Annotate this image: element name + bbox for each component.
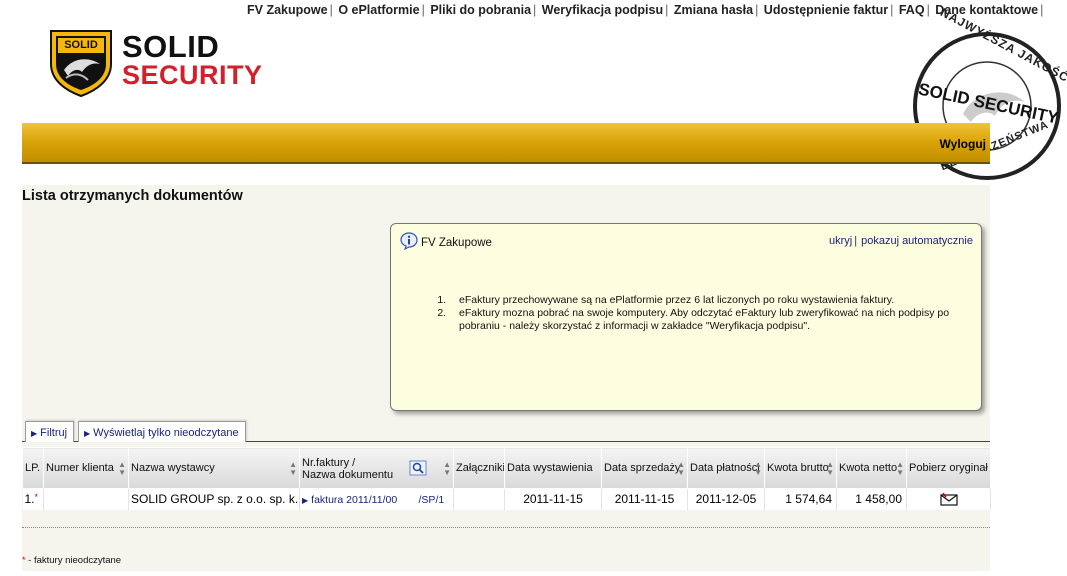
unread-marker: * — [34, 492, 39, 503]
nav-zmiana-hasla[interactable]: Zmiana hasła — [674, 3, 753, 17]
cell-attachments — [453, 488, 505, 510]
tab-filter[interactable]: ▶ Filtruj — [25, 421, 75, 442]
sort-icon[interactable]: ▲ ▼ — [443, 461, 451, 477]
col-attachments[interactable]: Załączniki — [453, 447, 505, 489]
col-client-no[interactable]: Numer klienta ▲ ▼ — [43, 447, 129, 489]
download-envelope-icon[interactable] — [939, 492, 958, 507]
sort-icon[interactable]: ▲ ▼ — [118, 461, 126, 477]
sort-icon[interactable]: ▲ ▼ — [754, 461, 762, 477]
invoice-link[interactable]: ▶ faktura 2011/11/00 — [302, 494, 397, 506]
sort-icon[interactable]: ▲ ▼ — [289, 461, 297, 477]
invoice-suffix[interactable]: /SP/1 — [419, 494, 445, 506]
col-pay-date[interactable]: Data płatności ▲ ▼ — [687, 447, 765, 489]
cell-issuer: SOLID GROUP sp. z o.o. sp. k. — [128, 488, 300, 510]
triangle-right-icon: ▶ — [302, 496, 309, 506]
col-lp[interactable]: LP. — [22, 447, 44, 489]
info-box: FV Zakupowe ukryj | pokazuj automatycznie … — [390, 223, 982, 411]
cell-gross: 1 574,64 — [764, 488, 837, 510]
col-gross[interactable]: Kwota brutto ▲ ▼ — [764, 447, 837, 489]
col-sale-date[interactable]: Data sprzedaży ▲ ▼ — [601, 447, 688, 489]
main-panel: Lista otrzymanych dokumentów FV Zakupowe… — [22, 185, 991, 571]
cell-invoice: ▶ faktura 2011/11/00 /SP/1 — [299, 488, 454, 510]
nav-pliki-do-pobrania[interactable]: Pliki do pobrania — [430, 3, 531, 17]
info-icon — [400, 232, 418, 250]
tab-bar: ▶ Filtruj ▶ Wyświetlaj tylko nieodczytane — [22, 421, 990, 442]
triangle-right-icon: ▶ — [84, 429, 91, 438]
header-bar: Wyloguj — [22, 123, 990, 164]
cell-net: 1 458,00 — [836, 488, 907, 510]
cell-issue-date: 2011-11-15 — [504, 488, 602, 510]
col-invoice[interactable]: Nr.faktury / Nazwa dokumentu ▲ ▼ — [299, 447, 454, 489]
nav-o-eplatformie[interactable]: O ePlatformie — [338, 3, 419, 17]
nav-udostepnienie-faktur[interactable]: Udostępnienie faktur — [764, 3, 888, 17]
legend-text: - faktury nieodczytane — [25, 555, 122, 566]
info-list: eFaktury przechowywane są na ePlatformie… — [429, 294, 959, 333]
table-header-row: LP. Numer klienta ▲ ▼ Nazwa wystawcy ▲ ▼ Nr.… — [22, 447, 991, 489]
search-doc-icon[interactable] — [409, 460, 427, 476]
documents-table: LP. Numer klienta ▲ ▼ Nazwa wystawcy ▲ ▼ Nr.… — [22, 447, 991, 510]
nav-fv-zakupowe[interactable]: FV Zakupowe — [247, 3, 328, 17]
nav-faq[interactable]: FAQ — [899, 3, 925, 17]
sort-icon[interactable]: ▲ ▼ — [826, 461, 834, 477]
logo-line-security: SECURITY — [122, 60, 263, 90]
cell-pay-date: 2011-12-05 — [687, 488, 765, 510]
col-issuer[interactable]: Nazwa wystawcy ▲ ▼ — [128, 447, 300, 489]
col-download[interactable]: Pobierz oryginał — [906, 447, 991, 489]
logo-line-solid: SOLID — [122, 29, 220, 64]
info-item: eFaktury mozna pobrać na swoje komputery… — [449, 307, 959, 333]
sort-icon[interactable]: ▲ ▼ — [677, 461, 685, 477]
company-logo[interactable]: SOLID SOLID SECURITY — [48, 28, 262, 100]
tab-unread-only[interactable]: ▶ Wyświetlaj tylko nieodczytane — [78, 421, 246, 442]
info-item: eFaktury przechowywane są na ePlatformie… — [449, 294, 959, 307]
table-row[interactable]: 1.* SOLID GROUP sp. z o.o. sp. k. ▶ faktu… — [22, 488, 991, 510]
cell-client-no — [43, 488, 129, 510]
show-auto-link[interactable]: pokazuj automatycznie — [861, 235, 973, 247]
col-issue-date[interactable]: Data wystawienia — [504, 447, 602, 489]
info-box-title: FV Zakupowe — [421, 237, 492, 249]
col-net[interactable]: Kwota netto ▲ ▼ — [836, 447, 907, 489]
shield-logo-text: SOLID — [64, 39, 98, 51]
table-footer-divider — [22, 527, 990, 528]
hide-info-link[interactable]: ukryj — [829, 235, 852, 247]
nav-weryfikacja-podpisu[interactable]: Weryfikacja podpisu — [542, 3, 663, 17]
top-nav: FV Zakupowe | O ePlatformie | Pliki do pob… — [247, 3, 1044, 17]
triangle-right-icon: ▶ — [31, 429, 38, 438]
logout-link[interactable]: Wyloguj — [940, 137, 986, 151]
legend: * - faktury nieodczytane — [22, 555, 121, 566]
cell-sale-date: 2011-11-15 — [601, 488, 688, 510]
page-title: Lista otrzymanych dokumentów — [22, 188, 243, 204]
sort-icon[interactable]: ▲ ▼ — [896, 461, 904, 477]
cell-download — [906, 488, 991, 510]
cell-lp: 1.* — [22, 488, 44, 510]
